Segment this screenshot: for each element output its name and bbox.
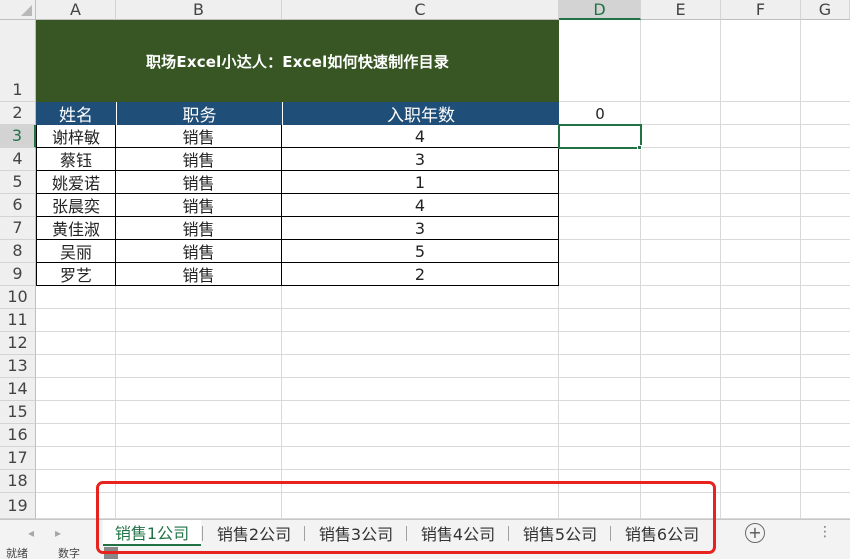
gridline	[36, 377, 850, 378]
gridline	[36, 423, 850, 424]
row-header-15[interactable]: 15	[0, 401, 36, 424]
table-cell[interactable]: 2	[282, 263, 559, 286]
table-cell[interactable]: 销售	[116, 263, 282, 286]
sheet-tab-6[interactable]: 销售6公司	[613, 520, 711, 546]
table-cell[interactable]: 销售	[116, 125, 282, 148]
table-cell[interactable]: 5	[282, 240, 559, 263]
table-cell[interactable]: 销售	[116, 240, 282, 263]
row-header-3[interactable]: 3	[0, 125, 36, 148]
selected-cell-d3[interactable]	[558, 124, 642, 149]
table-header-cell[interactable]: 职务	[116, 102, 282, 126]
tab-separator	[304, 526, 305, 541]
table-cell[interactable]: 姚爱诺	[36, 171, 116, 194]
plus-circle-icon: +	[748, 523, 762, 542]
table-header-cell[interactable]: 姓名	[36, 102, 116, 126]
table-cell[interactable]: 黄佳淑	[36, 217, 116, 240]
table-cell[interactable]: 吴丽	[36, 240, 116, 263]
table-cell[interactable]: 销售	[116, 217, 282, 240]
tab-separator	[202, 526, 203, 541]
table-cell[interactable]: 销售	[116, 171, 282, 194]
column-header-a[interactable]: A	[36, 0, 116, 20]
table-cell[interactable]: 3	[282, 148, 559, 171]
column-header-f[interactable]: F	[721, 0, 801, 20]
row-header-5[interactable]: 5	[0, 171, 36, 194]
column-header-c[interactable]: C	[282, 0, 559, 20]
table-cell[interactable]: 3	[282, 217, 559, 240]
gridline	[800, 20, 801, 519]
sheet-tab-bar: ◂ ▸ + ⋮ 销售1公司 销售2公司 销售3公司 销售4公司 销售5公司 销售6公司	[0, 519, 850, 548]
column-header-b[interactable]: B	[116, 0, 282, 20]
column-header-e[interactable]: E	[641, 0, 721, 20]
tab-separator	[610, 526, 611, 541]
row-header-18[interactable]: 18	[0, 470, 36, 493]
row-header-16[interactable]: 16	[0, 424, 36, 447]
add-sheet-button[interactable]: +	[745, 523, 765, 543]
gridline	[36, 469, 850, 470]
table-cell[interactable]: 谢梓敏	[36, 125, 116, 148]
cell-d2[interactable]: 0	[559, 102, 641, 125]
scroll-next-sheet-icon[interactable]: ▸	[55, 526, 61, 540]
gridline	[36, 308, 850, 309]
row-header-13[interactable]: 13	[0, 355, 36, 378]
table-cell[interactable]: 销售	[116, 194, 282, 217]
gridline	[36, 492, 850, 493]
row-header-2[interactable]: 2	[0, 102, 36, 125]
gridline	[640, 20, 641, 519]
row-header-9[interactable]: 9	[0, 263, 36, 286]
table-cell[interactable]: 罗艺	[36, 263, 116, 286]
table-cell[interactable]: 蔡钰	[36, 148, 116, 171]
table-cell[interactable]: 4	[282, 194, 559, 217]
sheet-tab-3[interactable]: 销售3公司	[307, 520, 405, 546]
table-header-cell[interactable]: 入职年数	[282, 102, 559, 126]
fill-handle[interactable]	[637, 145, 642, 150]
status-numlock: 数字	[58, 547, 80, 559]
select-all-triangle-icon	[21, 5, 32, 16]
select-all-corner[interactable]	[0, 0, 36, 20]
column-header-d[interactable]: D	[559, 0, 641, 20]
status-bar: 就绪 数字	[0, 547, 850, 559]
row-header-4[interactable]: 4	[0, 148, 36, 171]
row-header-6[interactable]: 6	[0, 194, 36, 217]
gridline	[36, 331, 850, 332]
table-cell[interactable]: 张晨奕	[36, 194, 116, 217]
row-header-1[interactable]: 1	[0, 20, 36, 102]
sheet-tab-1[interactable]: 销售1公司	[103, 520, 201, 546]
gridline	[36, 354, 850, 355]
gridline	[36, 400, 850, 401]
row-header-11[interactable]: 11	[0, 309, 36, 332]
row-header-19[interactable]: 19	[0, 493, 36, 519]
sheet-tab-5[interactable]: 销售5公司	[511, 520, 609, 546]
row-header-14[interactable]: 14	[0, 378, 36, 401]
tab-separator	[508, 526, 509, 541]
gridline	[36, 446, 850, 447]
table-cell[interactable]: 销售	[116, 148, 282, 171]
macro-record-icon[interactable]	[104, 547, 118, 559]
tab-separator	[406, 526, 407, 541]
sheet-tab-4[interactable]: 销售4公司	[409, 520, 507, 546]
table-cell[interactable]: 1	[282, 171, 559, 194]
table-title[interactable]: 职场Excel小达人：Excel如何快速制作目录	[36, 20, 559, 102]
sheet-tab-2[interactable]: 销售2公司	[205, 520, 303, 546]
more-options-icon[interactable]: ⋮	[818, 524, 832, 540]
row-header-17[interactable]: 17	[0, 447, 36, 470]
row-header-8[interactable]: 8	[0, 240, 36, 263]
row-header-12[interactable]: 12	[0, 332, 36, 355]
status-ready: 就绪	[6, 547, 28, 559]
row-header-10[interactable]: 10	[0, 286, 36, 309]
table-cell[interactable]: 4	[282, 125, 559, 148]
row-header-7[interactable]: 7	[0, 217, 36, 240]
scroll-prev-sheet-icon[interactable]: ◂	[28, 526, 34, 540]
column-header-g[interactable]: G	[801, 0, 850, 20]
gridline	[720, 20, 721, 519]
